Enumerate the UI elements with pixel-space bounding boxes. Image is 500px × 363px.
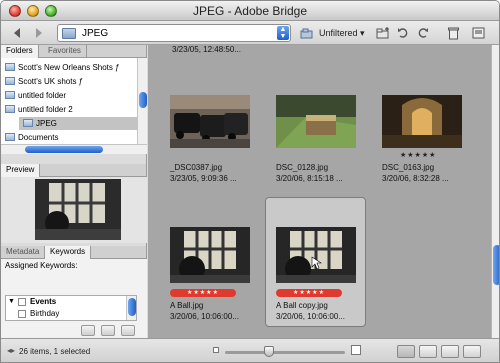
tab-keywords[interactable]: Keywords [45, 246, 92, 259]
folder-label: Scott's UK shots ƒ [18, 77, 84, 86]
thumbnail-image[interactable] [276, 227, 356, 283]
small-thumbnail-icon[interactable] [213, 347, 219, 353]
tab-metadata[interactable]: Metadata [1, 246, 46, 259]
path-dropdown[interactable]: JPEG ▲ ▼ [57, 24, 291, 42]
chevron-updown-icon: ▲ ▼ [277, 26, 289, 40]
slider-handle[interactable] [264, 346, 274, 357]
item-date: 3/20/06, 10:06:00... [170, 312, 239, 321]
thumbnail-image[interactable] [170, 227, 250, 283]
folders-favorites-tabs: Folders Favorites [1, 45, 146, 58]
thumbnail-image[interactable] [382, 95, 462, 148]
title-bar: JPEG - Adobe Bridge [1, 1, 499, 21]
metadata-keywords-tabs: Metadata Keywords [1, 246, 146, 259]
scroll-thumb[interactable] [493, 245, 499, 285]
collapse-panels-icon[interactable]: ◂▸ [7, 346, 15, 355]
keyword-checkbox[interactable] [18, 310, 26, 318]
preview-image [35, 179, 121, 240]
trash-icon[interactable] [446, 25, 460, 41]
back-arrow-icon[interactable] [11, 25, 25, 41]
folder-item-selected[interactable]: JPEG [19, 117, 137, 130]
folder-icon [5, 63, 15, 71]
thumbnail-image[interactable] [170, 95, 250, 148]
item-date: 3/23/05, 9:09:36 ... [170, 174, 237, 183]
scroll-thumb[interactable] [25, 146, 103, 153]
new-keyword-button[interactable] [101, 325, 115, 336]
details-view-button[interactable] [441, 345, 459, 358]
folder-item[interactable]: untitled folder [5, 89, 66, 102]
filter-dropdown[interactable]: Unfiltered ▾ [319, 28, 365, 39]
content-vertical-scrollbar[interactable] [491, 45, 499, 338]
filmstrip-view-button[interactable] [419, 345, 437, 358]
item-filename: A Ball.jpg [170, 301, 204, 310]
folder-label: untitled folder 2 [18, 105, 73, 114]
folders-vertical-scrollbar[interactable] [137, 58, 147, 144]
rotate-right-icon[interactable] [416, 25, 430, 41]
partial-item-date: 3/23/05, 12:48:50... [172, 45, 241, 54]
preview-tab-bar: Preview [1, 164, 146, 177]
scroll-thumb[interactable] [139, 92, 147, 108]
rotate-left-icon[interactable] [396, 25, 410, 41]
versions-view-button[interactable] [463, 345, 481, 358]
keyword-checkbox[interactable] [18, 298, 26, 306]
new-folder-icon[interactable] [376, 25, 390, 41]
thumbnail-image[interactable] [276, 95, 356, 148]
folder-icon [5, 91, 15, 99]
tab-preview[interactable]: Preview [1, 164, 41, 177]
folder-label: untitled folder [18, 91, 67, 100]
star-rating[interactable]: ★★★★★ [400, 151, 436, 159]
keywords-list: ▼ Events Birthday [5, 295, 137, 321]
folders-horizontal-scrollbar[interactable] [1, 144, 147, 154]
item-filename: DSC_0128.jpg [276, 163, 329, 172]
keywords-pane: Assigned Keywords: ▼ Events Birthday [1, 259, 147, 338]
window-title: JPEG - Adobe Bridge [192, 4, 308, 18]
delete-keyword-button[interactable] [121, 325, 135, 336]
folder-icon [62, 28, 76, 39]
item-filename: DSC_0163.jpg [382, 163, 435, 172]
folder-item[interactable]: Scott's UK shots ƒ [5, 75, 83, 88]
folder-item[interactable]: Documents [5, 131, 58, 144]
folder-item[interactable]: Scott's New Orleans Shots ƒ [5, 61, 120, 74]
label-rating-badge[interactable]: ★★★★★ [276, 289, 342, 297]
bridge-window: JPEG - Adobe Bridge JPEG ▲ ▼ Unfiltered ▾ [0, 0, 500, 363]
item-filename: A Ball copy.jpg [276, 301, 328, 310]
keyword-label: Events [30, 297, 57, 306]
filter-label: Unfiltered [319, 28, 358, 38]
keyword-row-birthday[interactable]: Birthday [6, 308, 136, 320]
item-date: 3/20/06, 10:06:00... [276, 312, 345, 321]
folder-icon [5, 105, 15, 113]
folder-item[interactable]: untitled folder 2 [5, 103, 73, 116]
folder-icon [5, 133, 15, 141]
compact-mode-icon[interactable] [471, 25, 485, 41]
disclosure-triangle-icon[interactable]: ▼ [8, 296, 15, 308]
tab-folders[interactable]: Folders [1, 45, 39, 58]
new-keyword-set-button[interactable] [81, 325, 95, 336]
assigned-keywords-label: Assigned Keywords: [5, 261, 78, 270]
item-date: 3/20/06, 8:32:28 ... [382, 174, 449, 183]
folders-tree: Scott's New Orleans Shots ƒ Scott's UK s… [1, 58, 147, 154]
label-rating-badge[interactable]: ★★★★★ [170, 289, 236, 297]
path-label: JPEG [82, 28, 109, 39]
status-bar: ◂▸ 26 items, 1 selected [1, 338, 499, 362]
keyword-label: Birthday [30, 309, 60, 318]
tab-favorites[interactable]: Favorites [43, 45, 87, 58]
status-text: 26 items, 1 selected [19, 347, 91, 356]
large-thumbnail-icon[interactable] [351, 345, 361, 355]
keyword-row-events[interactable]: ▼ Events [6, 296, 136, 308]
forward-arrow-icon[interactable] [31, 25, 45, 41]
left-panel: Folders Favorites Scott's New Orleans Sh… [1, 45, 147, 338]
keywords-scrollbar[interactable] [126, 296, 136, 320]
content-grid: 3/23/05, 12:48:50... _DSC0387.jpg 3/23/0… [148, 45, 491, 338]
folder-icon [5, 77, 15, 85]
thumbnail-view-button[interactable] [397, 345, 415, 358]
filter-icon[interactable] [299, 25, 313, 41]
folder-label: Scott's New Orleans Shots ƒ [18, 63, 120, 72]
folder-label: JPEG [36, 119, 57, 128]
scroll-thumb[interactable] [128, 298, 136, 316]
folder-icon [23, 119, 33, 127]
folder-label: Documents [18, 133, 59, 142]
item-filename: _DSC0387.jpg [170, 163, 223, 172]
item-date: 3/20/06, 8:15:18 ... [276, 174, 343, 183]
thumbnail-size-slider[interactable] [225, 351, 345, 354]
toolbar: JPEG ▲ ▼ Unfiltered ▾ [1, 21, 499, 45]
